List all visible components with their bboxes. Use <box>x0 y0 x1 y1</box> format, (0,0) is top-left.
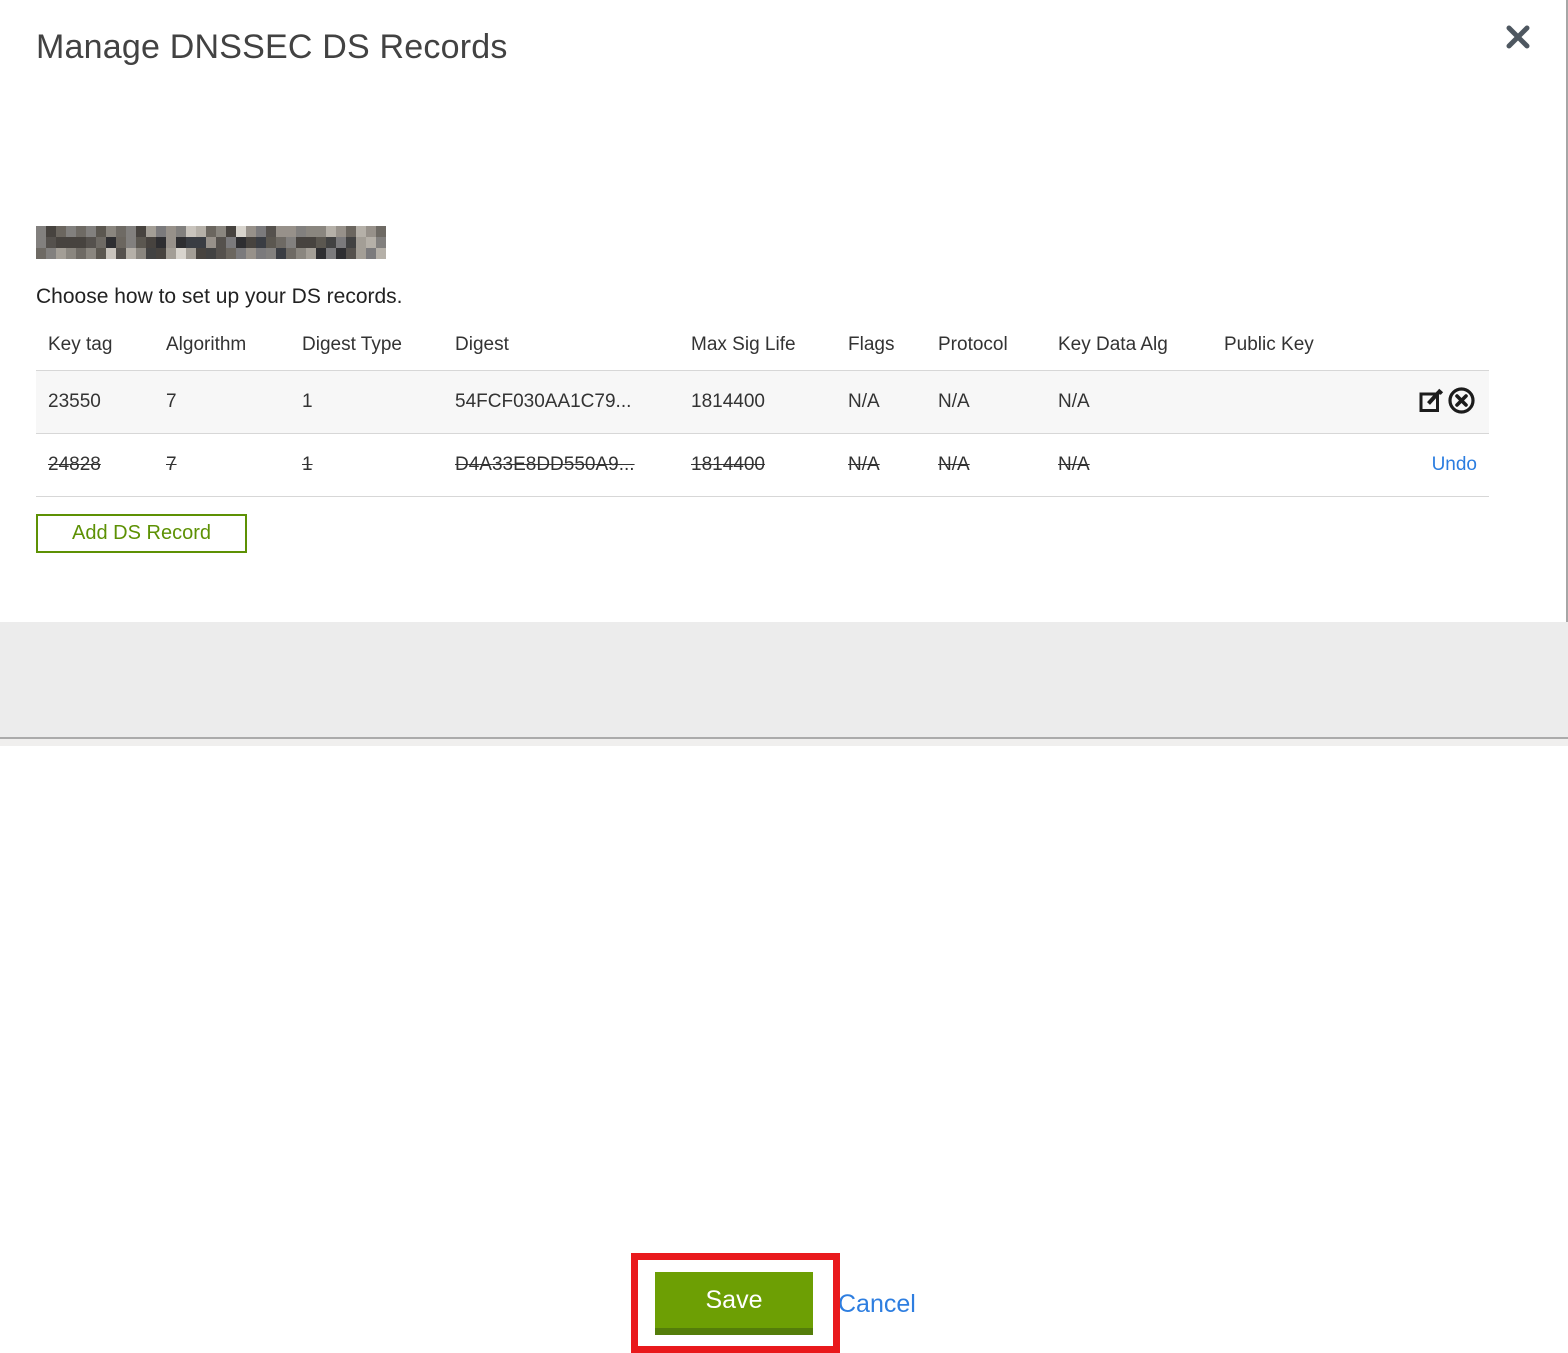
col-header-key-tag: Key tag <box>48 334 113 355</box>
close-button[interactable] <box>1500 20 1536 56</box>
cell-max-sig-life: 1814400 <box>691 391 765 412</box>
cell-digest-type: 1 <box>302 391 313 412</box>
manage-dnssec-modal: Manage DNSSEC DS Records Choose how to s… <box>0 0 1568 1353</box>
cell-public-key <box>1212 371 1362 434</box>
ds-records-table: Key tag Algorithm Digest Type Digest Max… <box>36 332 1489 497</box>
cell-digest-type: 1 <box>302 454 313 475</box>
instruction-text: Choose how to set up your DS records. <box>36 285 403 308</box>
cell-key-data-alg: N/A <box>1058 391 1090 412</box>
col-header-digest-type: Digest Type <box>302 334 402 355</box>
cell-key-data-alg: N/A <box>1058 454 1090 475</box>
col-header-max-sig-life: Max Sig Life <box>691 334 796 355</box>
col-header-flags: Flags <box>848 334 895 355</box>
table-row: 23550 7 1 54FCF030AA1C79... 1814400 N/A … <box>36 370 1489 434</box>
cancel-link[interactable]: Cancel <box>838 1290 916 1319</box>
cell-protocol: N/A <box>938 454 970 475</box>
domain-name-redacted <box>36 226 386 259</box>
cell-max-sig-life: 1814400 <box>691 454 765 475</box>
cell-public-key <box>1212 434 1362 497</box>
col-header-algorithm: Algorithm <box>166 334 247 355</box>
cell-flags: N/A <box>848 454 880 475</box>
table-header-row: Key tag Algorithm Digest Type Digest Max… <box>36 332 1489 371</box>
cell-protocol: N/A <box>938 391 970 412</box>
cell-flags: N/A <box>848 391 880 412</box>
table-row-deleted: 24828 7 1 D4A33E8DD550A9... 1814400 N/A … <box>36 433 1489 497</box>
add-ds-record-button[interactable]: Add DS Record <box>36 514 247 553</box>
edit-icon <box>1419 388 1444 412</box>
cell-key-tag: 24828 <box>48 454 101 475</box>
remove-icon <box>1448 387 1475 414</box>
window-bottom-strip <box>0 739 1568 746</box>
col-header-public-key: Public Key <box>1224 334 1314 355</box>
cell-digest: D4A33E8DD550A9... <box>455 454 635 475</box>
edit-record-button[interactable] <box>1417 387 1446 417</box>
page-title: Manage DNSSEC DS Records <box>36 28 508 66</box>
save-button[interactable]: Save <box>655 1272 813 1335</box>
cell-algorithm: 7 <box>166 391 177 412</box>
modal-footer: Save Cancel <box>0 622 1568 1353</box>
undo-link[interactable]: Undo <box>1432 454 1477 475</box>
cell-digest: 54FCF030AA1C79... <box>455 391 632 412</box>
col-header-digest: Digest <box>455 334 509 355</box>
col-header-key-data-alg: Key Data Alg <box>1058 334 1168 355</box>
close-icon <box>1506 25 1530 48</box>
cell-key-tag: 23550 <box>48 391 101 412</box>
delete-record-button[interactable] <box>1446 386 1477 418</box>
cell-algorithm: 7 <box>166 454 177 475</box>
col-header-protocol: Protocol <box>938 334 1008 355</box>
